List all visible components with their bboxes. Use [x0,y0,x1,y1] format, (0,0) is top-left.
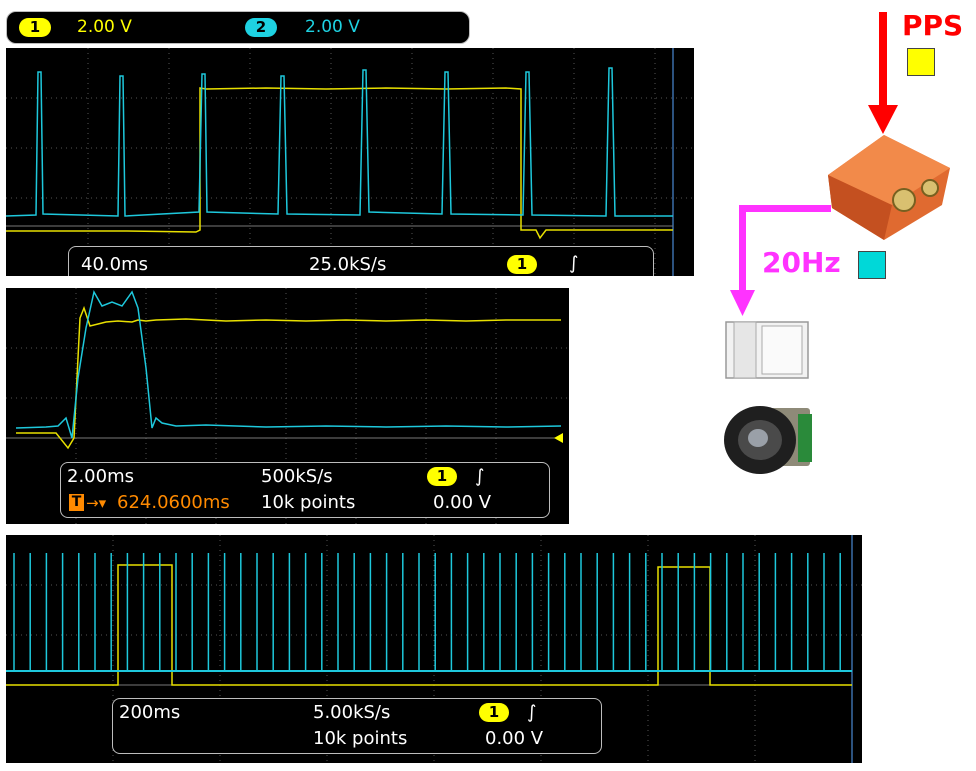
sample-rate-readout: 500kS/s [261,466,333,487]
scope-top-readout: 40.0ms 25.0kS/s 1 ∫ [68,246,654,276]
scope-top-display[interactable]: 40.0ms 25.0kS/s 1 ∫ [6,48,694,276]
record-length-readout: 10k points [261,492,356,513]
sample-rate-readout: 25.0kS/s [309,254,387,275]
trigger-level-readout: 0.00 V [485,728,544,749]
gnss-receiver-icon [828,135,950,240]
channel-scale-bar: 1 2.00 V 2 2.00 V [6,11,470,44]
trigger-level-readout: 0.00 V [433,492,492,513]
scope-middle-readout: 2.00ms 500kS/s 1 ∫ T →▾ 624.0600ms 10k p… [60,462,550,518]
timebase-readout: 200ms [119,702,181,723]
20hz-label: 20Hz [762,246,841,279]
trigger-source-badge[interactable]: 1 [507,255,537,274]
trigger-position-icon: T [69,494,84,511]
sample-rate-readout: 5.00kS/s [313,702,391,723]
20hz-color-swatch [858,251,886,279]
timebase-readout: 40.0ms [81,254,148,275]
ch1-scale: 2.00 V [77,17,132,37]
sync-diagram: PPS 20Hz [704,0,976,480]
scope-bottom-readout: 200ms 5.00kS/s 1 ∫ 10k points 0.00 V [112,698,602,754]
pps-label: PPS [902,9,964,42]
scope-top-waveforms [6,48,694,276]
pps-color-swatch [907,48,935,76]
rising-edge-icon: ∫ [527,702,537,723]
timebase-readout: 2.00ms [67,466,134,487]
trigger-position-readout: 624.0600ms [117,492,230,513]
ch2-badge[interactable]: 2 [245,18,277,37]
rising-edge-icon: ∫ [475,466,485,487]
rising-edge-icon: ∫ [569,253,579,274]
trigger-source-badge[interactable]: 1 [479,703,509,722]
scope-middle-display[interactable]: 2.00ms 500kS/s 1 ∫ T →▾ 624.0600ms 10k p… [6,288,569,524]
camera-photo-icon [724,404,814,476]
record-length-readout: 10k points [313,728,408,749]
trigger-arrow-icon: →▾ [86,494,107,512]
camera-drawing-icon [726,322,808,378]
trigger-source-badge[interactable]: 1 [427,467,457,486]
scope-bottom-display[interactable]: 200ms 5.00kS/s 1 ∫ 10k points 0.00 V [6,535,862,763]
ch2-scale: 2.00 V [305,17,360,37]
ch1-badge[interactable]: 1 [19,18,51,37]
